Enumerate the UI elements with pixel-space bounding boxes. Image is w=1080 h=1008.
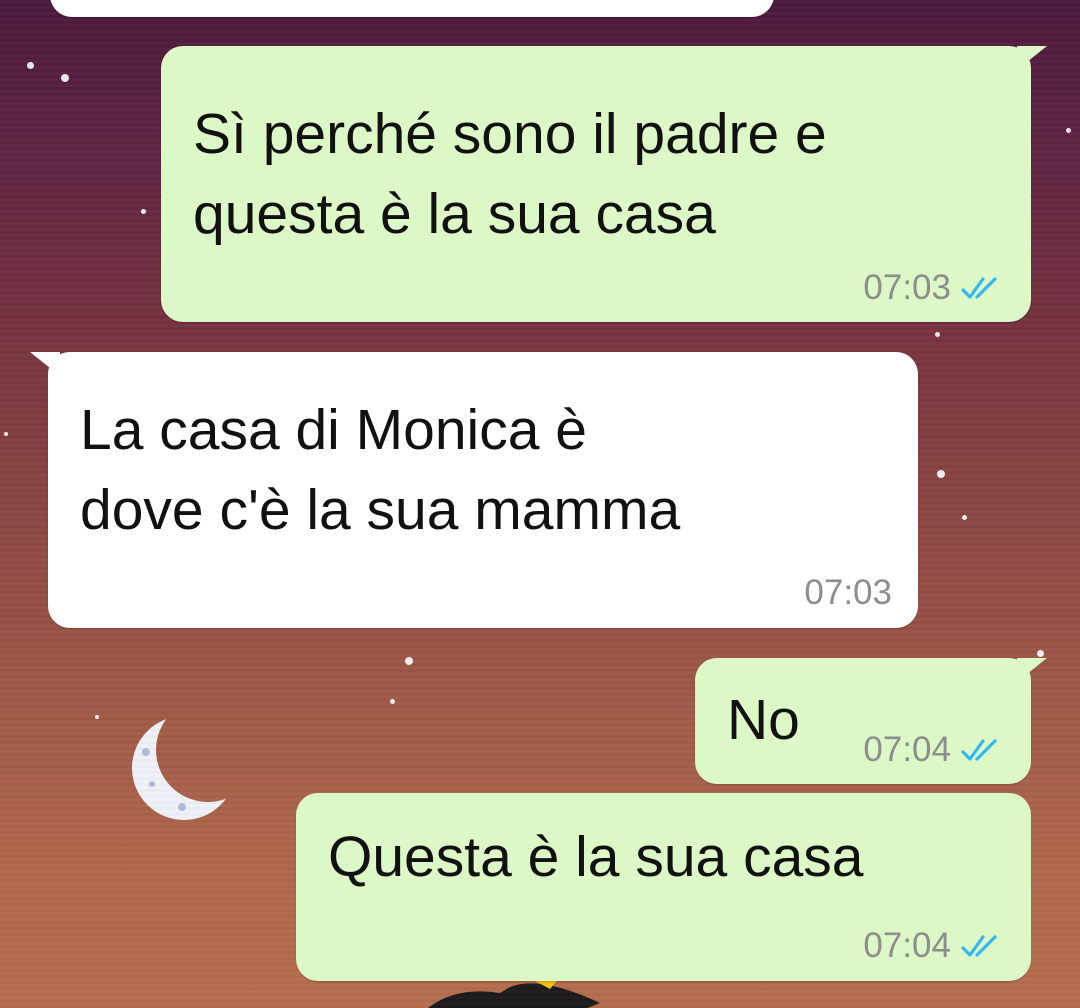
double-check-read-icon	[961, 935, 997, 957]
star-icon	[1066, 128, 1071, 133]
bubble-tail-icon	[1017, 658, 1047, 682]
star-icon	[61, 74, 69, 82]
star-icon	[141, 209, 146, 214]
message-text: No	[727, 688, 800, 752]
message-text: Sì perché sono il padre e questa è la su…	[193, 102, 827, 246]
star-icon	[937, 470, 945, 478]
message-text: La casa di Monica è dove c'è la sua mamm…	[80, 398, 681, 542]
star-icon	[935, 332, 940, 337]
crescent-moon-icon	[132, 716, 236, 820]
star-icon	[4, 432, 8, 436]
double-check-read-icon	[961, 739, 997, 761]
star-icon	[95, 715, 99, 719]
message-time: 07:04	[863, 730, 951, 769]
outgoing-message-bubble[interactable]: Sì perché sono il padre e questa è la su…	[161, 46, 1047, 322]
double-check-read-icon	[961, 277, 997, 299]
star-icon	[390, 699, 395, 704]
message-time: 07:03	[863, 268, 951, 307]
bubble-tail-icon	[30, 352, 60, 376]
message-meta: 07:03	[863, 268, 1001, 308]
star-icon	[1037, 650, 1044, 657]
message-meta: 07:03	[804, 573, 892, 613]
message-time: 07:04	[863, 926, 951, 965]
outgoing-message-bubble[interactable]: Questa è la sua casa 07:04	[296, 793, 1031, 981]
star-icon	[27, 62, 34, 69]
message-meta: 07:04	[863, 730, 1001, 770]
outgoing-message-bubble[interactable]: No 07:04	[695, 658, 1047, 784]
incoming-message-bubble[interactable]: La casa di Monica è dove c'è la sua mamm…	[30, 352, 918, 628]
message-meta: 07:04	[863, 926, 1001, 966]
message-time: 07:03	[804, 573, 892, 612]
message-text: Questa è la sua casa	[328, 825, 864, 889]
bubble-tail-icon	[1017, 46, 1047, 70]
previous-message-bubble	[50, 0, 774, 17]
star-icon	[962, 515, 967, 520]
star-icon	[405, 657, 413, 665]
